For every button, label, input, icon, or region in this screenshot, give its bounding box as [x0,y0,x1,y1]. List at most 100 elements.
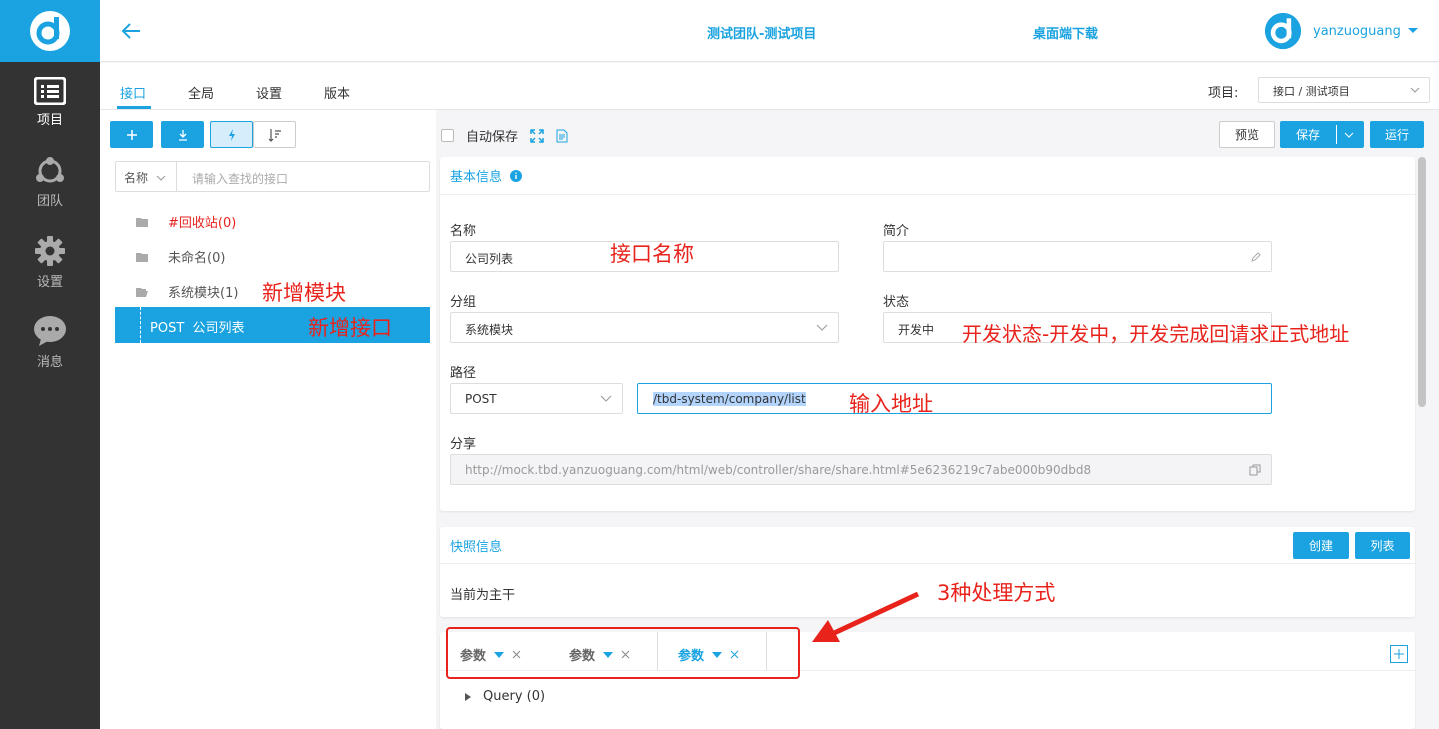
folder-icon [136,252,148,262]
rail-item-label: 设置 [36,274,63,290]
split-divider [1336,125,1337,144]
back-arrow-icon[interactable] [120,20,142,42]
rail-item-label: 消息 [36,354,63,370]
rail-item-label: 项目 [36,112,63,128]
plus-icon [126,129,137,140]
save-button[interactable]: 保存 [1280,121,1364,148]
folder-open-icon [136,287,148,297]
app-logo[interactable] [0,0,100,62]
project-label: 项目: [1208,86,1239,101]
query-section[interactable]: Query (0) [465,689,545,704]
snapshot-list-button[interactable]: 列表 [1355,532,1410,559]
tab-settings[interactable]: 设置 [256,83,282,102]
basic-info-title: 基本信息 [450,170,503,185]
rail-item-settings[interactable]: 设置 [0,222,100,302]
active-tab-indicator [117,106,151,109]
sort-button[interactable] [253,121,296,148]
caret-right-icon [465,692,471,701]
import-button[interactable] [161,121,204,148]
snapshot-header: 快照信息 [440,527,1415,564]
tree-item-label: #回收站(0) [168,216,237,231]
preview-button[interactable]: 预览 [1219,121,1275,148]
annotation-status: 开发状态-开发中，开发完成回请求正式地址 [962,322,1350,346]
add-button[interactable] [110,121,153,148]
chevron-down-icon [816,324,828,331]
basic-info-header: 基本信息 [440,157,1415,195]
chevron-down-icon[interactable] [1344,131,1354,139]
rail-item-label: 团队 [36,193,63,209]
search-input[interactable]: 请输入查找的接口 [192,170,288,187]
autosave-label: 自动保存 [466,130,519,145]
run-button[interactable]: 运行 [1370,121,1424,148]
name-label: 名称 [450,224,477,239]
tab-version[interactable]: 版本 [324,83,350,102]
caret-down-icon[interactable] [1407,24,1419,36]
group-select-value: 系统模块 [465,323,514,337]
annotation-arrow-icon [812,591,920,642]
method-select[interactable]: POST [450,383,623,414]
annotation-api-name: 接口名称 [610,242,694,266]
snapshot-card: 快照信息 创建 列表 当前为主干 [440,527,1415,617]
download-icon [178,129,187,141]
annotation-new-module: 新增模块 [262,281,346,305]
desktop-download-link[interactable]: 桌面端下载 [1033,23,1098,42]
tree-item-label: POST 公司列表 [150,321,245,336]
annotation-address: 输入地址 [849,392,933,416]
search-type-value: 名称 [124,171,149,185]
tab-bar: 接口 全局 设置 版本 项目: 接口 / 测试项目 [100,63,1439,110]
share-link-input[interactable]: http://mock.tbd.yanzuoguang.com/html/web… [450,454,1272,485]
scrollbar[interactable] [1418,157,1426,407]
snapshot-title: 快照信息 [450,539,503,555]
chat-icon [34,315,66,346]
path-input-value: /tbd-system/company/list [653,392,806,406]
desc-label: 简介 [883,224,910,239]
logo-icon [30,11,70,51]
rail-item-project[interactable]: 项目 [0,62,100,142]
chevron-down-icon [600,395,612,402]
tree-folder-system-module[interactable]: 系统模块(1) [136,282,238,301]
username[interactable]: yanzuoguang [1313,24,1401,39]
copy-icon[interactable] [1249,464,1261,476]
path-input[interactable]: /tbd-system/company/list [637,383,1272,414]
add-param-tab-button[interactable] [1390,645,1408,663]
search-type-select[interactable]: 名称 [116,162,177,191]
group-select[interactable]: 系统模块 [450,312,839,343]
group-label: 分组 [450,295,477,310]
project-select[interactable]: 接口 / 测试项目 [1258,77,1430,103]
sort-icon [268,128,281,142]
page-title: 测试团队-测试项目 [707,27,817,42]
chevron-down-icon [1410,87,1420,93]
quick-button[interactable] [210,121,253,148]
autosave-checkbox[interactable] [441,129,454,142]
rail-item-messages[interactable]: 消息 [0,302,100,382]
status-select-value: 开发中 [898,323,935,337]
chevron-down-icon [156,175,166,181]
left-rail: 项目 团队 设置 消息 [0,0,100,729]
tab-global[interactable]: 全局 [188,83,214,102]
annotation-three-ways: 3种处理方式 [937,581,1056,605]
plus-icon [1394,649,1404,659]
status-label: 状态 [883,295,910,310]
path-label: 路径 [450,366,477,381]
tree-item-label: 系统模块(1) [168,286,239,301]
share-label: 分享 [450,437,477,452]
lightning-icon [228,128,235,141]
share-link-value: http://mock.tbd.yanzuoguang.com/html/web… [465,463,1092,477]
tree-item-label: 未命名(0) [168,251,226,266]
project-select-value: 接口 / 测试项目 [1273,85,1350,98]
api-search: 名称 请输入查找的接口 [115,161,430,192]
tree-guide-line [140,307,141,343]
avatar[interactable] [1264,12,1302,50]
annotation-highlight-box [446,627,800,679]
fullscreen-icon[interactable] [530,128,544,143]
info-icon[interactable] [510,169,523,182]
document-icon[interactable] [556,129,568,143]
snapshot-create-button[interactable]: 创建 [1293,532,1349,559]
rail-item-team[interactable]: 团队 [0,142,100,222]
api-tree-panel: 名称 请输入查找的接口 #回收站(0) 未命名(0) 系统模块(1) POST … [100,110,436,729]
desc-input[interactable] [883,241,1272,272]
tree-folder-recycle[interactable]: #回收站(0) [136,212,236,231]
autosave-toggle[interactable]: 自动保存 [441,126,568,145]
tree-folder-unnamed[interactable]: 未命名(0) [136,247,225,266]
tab-api[interactable]: 接口 [120,83,146,102]
